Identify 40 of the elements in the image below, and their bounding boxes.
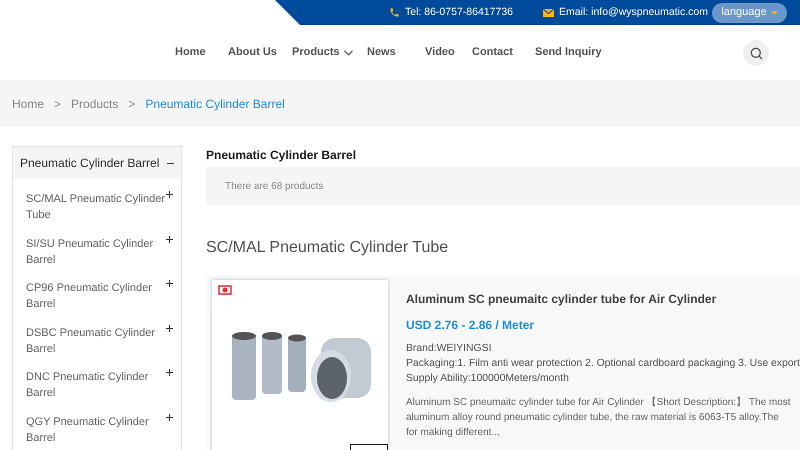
product-name[interactable]: Aluminum SC pneumaitc cylinder tube for Air Cylinder [406, 290, 800, 308]
description-line: aluminum alloy round pneumatic cylinder tube, the raw material is 6063-T5 alloy.The [406, 411, 780, 425]
phone-number: Tel: 86-0757-86417736 [405, 4, 514, 20]
description-line: for making different... [406, 426, 501, 440]
nav-link[interactable]: About Us [228, 44, 292, 61]
sidebar-header[interactable]: Pneumatic Cylinder Barrel [13, 147, 181, 179]
nav-link[interactable]: Video [425, 44, 472, 61]
logo-icon [218, 285, 232, 297]
language-button[interactable]: language [712, 2, 787, 22]
spec-line: Supply Ability:100000Meters/month [406, 372, 570, 386]
breadcrumb-link[interactable]: Pneumatic Cylinder Barrel [145, 94, 285, 112]
nav-link[interactable]: News [367, 44, 425, 61]
breadcrumb-separator: > [128, 96, 136, 112]
sidebar-link[interactable]: CP96 Pneumatic Cylinder Barrel [26, 280, 166, 324]
breadcrumb-link[interactable]: Products [71, 94, 118, 112]
nav-link[interactable]: Contact [472, 44, 535, 61]
phone-icon [389, 7, 400, 18]
sidebar-link[interactable]: QGY Pneumatic Cylinder Barrel [26, 414, 166, 450]
caret-icon [770, 10, 778, 14]
sidebar-link[interactable]: DNC Pneumatic Cylinder Barrel [26, 369, 166, 414]
nav-link[interactable]: Send Inquiry [535, 44, 625, 61]
description-line: Aluminum SC pneumaitc cylinder tube for Air Cylinder 【Short Description:】 The most [406, 396, 792, 410]
category-title: Pneumatic Cylinder Barrel [206, 147, 358, 164]
spec-line: Brand:WEIYINGSI [406, 342, 492, 356]
nav-link[interactable]: Home [175, 44, 228, 61]
chevron-down-icon [344, 50, 353, 56]
sidebar-link[interactable]: DSBC Pneumatic Cylinder Barrel [26, 324, 166, 369]
product-price: USD 2.76 - 2.86 / Meter [406, 317, 536, 334]
sidebar-header-label: Pneumatic Cylinder Barrel [20, 155, 160, 172]
spec-line: Packaging:1. Film anti wear protection 2. Optional cardboard packaging 3. Use export [406, 357, 800, 371]
sidebar-link[interactable]: SI/SU Pneumatic Cylinder Barrel [26, 236, 166, 280]
email-address: Email: info@wyspneumatic.com [559, 4, 708, 20]
product-count: There are 68 products [206, 167, 800, 205]
sidebar-link[interactable]: SC/MAL Pneumatic Cylinder Tube [26, 191, 166, 236]
section-heading: SC/MAL Pneumatic Cylinder Tube [206, 238, 450, 258]
search-icon [750, 46, 762, 60]
breadcrumb-link[interactable]: Home [12, 94, 44, 112]
search-button[interactable] [743, 40, 769, 66]
breadcrumb-separator: > [54, 96, 62, 112]
nav-link[interactable]: Products [292, 44, 367, 61]
